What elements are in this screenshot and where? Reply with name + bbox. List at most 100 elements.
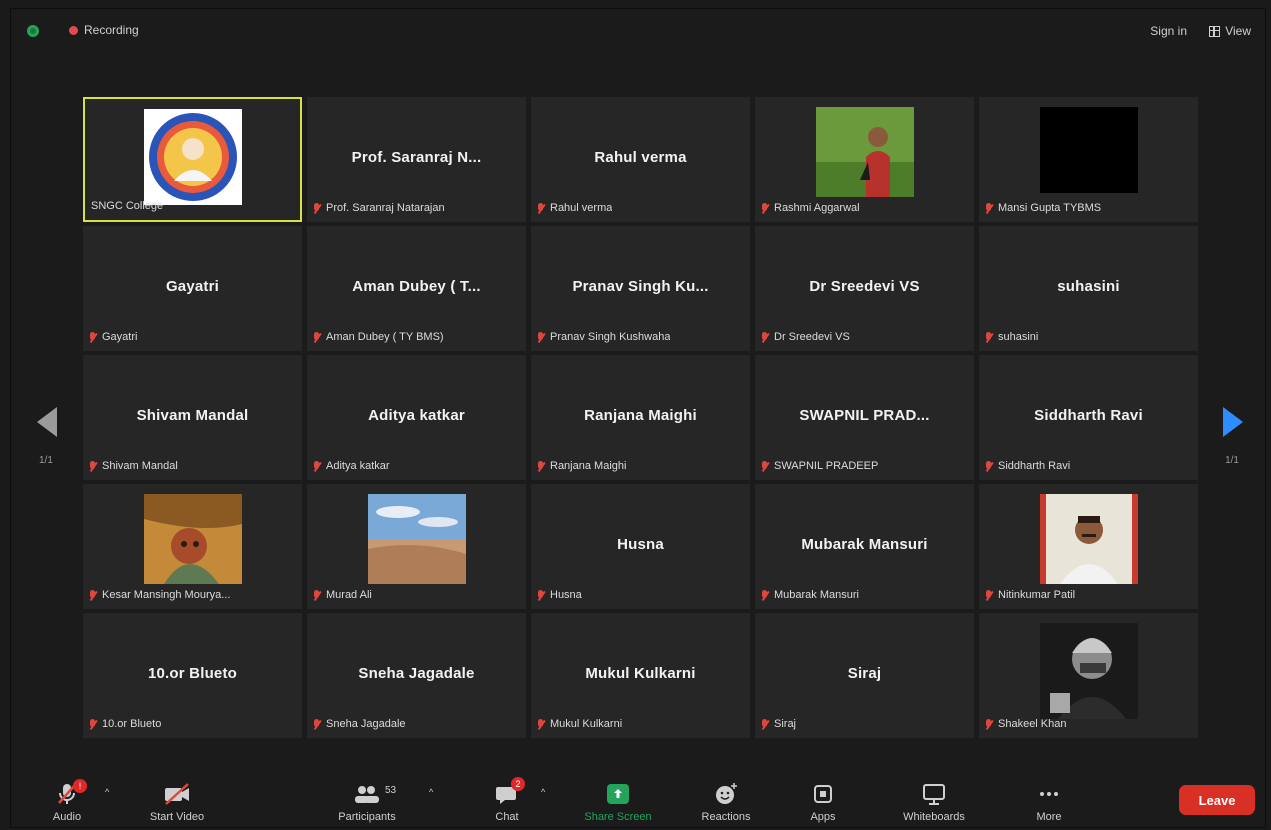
participant-display-name: Dr Sreedevi VS bbox=[809, 278, 920, 295]
participant-tile[interactable]: Siraj Siraj bbox=[755, 613, 974, 738]
participant-photo bbox=[367, 494, 466, 590]
participant-photo bbox=[815, 107, 914, 203]
chat-options-chevron-icon[interactable]: ^ bbox=[541, 787, 545, 797]
participant-display-name: Aman Dubey ( T... bbox=[352, 278, 481, 295]
reactions-label: Reactions bbox=[701, 811, 751, 823]
view-label: View bbox=[1225, 24, 1251, 38]
participant-name-text: Rahul verma bbox=[550, 202, 613, 214]
participant-tile[interactable]: SWAPNIL PRAD... SWAPNIL PRADEEP bbox=[755, 355, 974, 480]
participants-button[interactable]: 53 Participants bbox=[327, 781, 407, 823]
participant-tile[interactable]: Nitinkumar Patil bbox=[979, 484, 1198, 609]
participant-tile[interactable]: Mukul Kulkarni Mukul Kulkarni bbox=[531, 613, 750, 738]
muted-microphone-icon bbox=[761, 331, 769, 343]
zoom-window: Recording Sign in View 1/1 1/1 SNGC Coll… bbox=[10, 8, 1266, 828]
participant-tile[interactable]: 10.or Blueto 10.or Blueto bbox=[83, 613, 302, 738]
start-video-label: Start Video bbox=[149, 811, 205, 823]
participant-name-text: SNGC College bbox=[91, 200, 164, 212]
smiley-reaction-icon bbox=[691, 781, 761, 807]
participant-count: 53 bbox=[385, 785, 397, 796]
muted-microphone-icon bbox=[537, 202, 545, 214]
participant-photo bbox=[1039, 623, 1138, 719]
participant-tile[interactable]: SNGC College bbox=[83, 97, 302, 222]
sign-in-link[interactable]: Sign in bbox=[1150, 24, 1187, 38]
participant-name-label: Mukul Kulkarni bbox=[537, 718, 622, 730]
participant-name-label: Aman Dubey ( TY BMS) bbox=[313, 331, 444, 343]
participant-tile[interactable]: Dr Sreedevi VS Dr Sreedevi VS bbox=[755, 226, 974, 351]
audio-label: Audio bbox=[52, 811, 82, 823]
participant-tile[interactable]: Murad Ali bbox=[307, 484, 526, 609]
audio-button[interactable]: ! Audio bbox=[45, 779, 89, 823]
chat-unread-badge: 2 bbox=[511, 777, 525, 791]
participant-tile[interactable]: Siddharth Ravi Siddharth Ravi bbox=[979, 355, 1198, 480]
participant-name-label: SWAPNIL PRADEEP bbox=[761, 460, 878, 472]
leave-button[interactable]: Leave bbox=[1179, 785, 1255, 815]
participant-tile[interactable]: suhasini suhasini bbox=[979, 226, 1198, 351]
muted-microphone-icon bbox=[537, 589, 545, 601]
participant-photo bbox=[143, 494, 242, 590]
whiteboards-button[interactable]: Whiteboards bbox=[889, 781, 979, 823]
participant-tile[interactable]: Aman Dubey ( T... Aman Dubey ( TY BMS) bbox=[307, 226, 526, 351]
participant-gallery: SNGC College Prof. Saranraj N... Prof. Sar… bbox=[83, 97, 1198, 738]
participant-name-label: Siraj bbox=[761, 718, 796, 730]
participant-tile[interactable]: Pranav Singh Ku... Pranav Singh Kushwaha bbox=[531, 226, 750, 351]
participant-tile[interactable]: Sneha Jagadale Sneha Jagadale bbox=[307, 613, 526, 738]
participant-display-name: SWAPNIL PRAD... bbox=[799, 407, 930, 424]
audio-options-chevron-icon[interactable]: ^ bbox=[105, 787, 109, 797]
participants-options-chevron-icon[interactable]: ^ bbox=[429, 787, 433, 797]
participant-name-label: Siddharth Ravi bbox=[985, 460, 1070, 472]
muted-microphone-icon bbox=[537, 718, 545, 730]
apps-icon bbox=[803, 781, 843, 807]
next-page-arrow-icon[interactable] bbox=[1223, 407, 1243, 437]
muted-microphone-icon bbox=[313, 331, 321, 343]
participant-tile[interactable]: Prof. Saranraj N... Prof. Saranraj Natara… bbox=[307, 97, 526, 222]
participant-name-label: Shivam Mandal bbox=[89, 460, 178, 472]
participant-name-label: Rahul verma bbox=[537, 202, 612, 214]
view-button[interactable]: View bbox=[1209, 24, 1251, 38]
reactions-button[interactable]: Reactions bbox=[691, 781, 761, 823]
participant-display-name: Siraj bbox=[847, 665, 882, 682]
participant-tile[interactable]: Shakeel Khan bbox=[979, 613, 1198, 738]
more-label: More bbox=[1036, 811, 1062, 823]
video-off-icon bbox=[137, 781, 217, 807]
participant-display-name: Aditya katkar bbox=[368, 407, 465, 424]
participant-display-name: Mubarak Mansuri bbox=[801, 536, 928, 553]
participant-name-label: Gayatri bbox=[89, 331, 137, 343]
participant-name-label: Aditya katkar bbox=[313, 460, 390, 472]
muted-microphone-icon bbox=[537, 331, 545, 343]
apps-label: Apps bbox=[810, 811, 836, 823]
participant-tile[interactable]: Aditya katkar Aditya katkar bbox=[307, 355, 526, 480]
participant-tile[interactable]: Husna Husna bbox=[531, 484, 750, 609]
participant-tile[interactable]: Ranjana Maighi Ranjana Maighi bbox=[531, 355, 750, 480]
whiteboard-icon bbox=[889, 781, 979, 807]
participant-tile[interactable]: Mansi Gupta TYBMS bbox=[979, 97, 1198, 222]
participant-name-label: Murad Ali bbox=[313, 589, 372, 601]
muted-microphone-icon bbox=[761, 718, 769, 730]
security-shield-icon[interactable] bbox=[27, 25, 39, 37]
participant-name-text: Siddharth Ravi bbox=[998, 460, 1071, 472]
recording-indicator[interactable]: Recording bbox=[69, 23, 139, 37]
participant-name-text: Husna bbox=[550, 589, 582, 601]
participant-tile[interactable]: Mubarak Mansuri Mubarak Mansuri bbox=[755, 484, 974, 609]
participant-tile[interactable]: Gayatri Gayatri bbox=[83, 226, 302, 351]
start-video-button[interactable]: Start Video bbox=[137, 781, 217, 823]
previous-page-arrow-icon[interactable] bbox=[37, 407, 57, 437]
muted-microphone-icon bbox=[985, 331, 993, 343]
participant-tile[interactable]: Shivam Mandal Shivam Mandal bbox=[83, 355, 302, 480]
chat-button[interactable]: 2 Chat bbox=[487, 777, 527, 823]
more-dots-icon bbox=[1029, 781, 1069, 807]
participant-tile[interactable]: Rahul verma Rahul verma bbox=[531, 97, 750, 222]
page-indicator-left: 1/1 bbox=[39, 455, 53, 466]
participant-tile[interactable]: Kesar Mansingh Mourya... bbox=[83, 484, 302, 609]
grid-view-icon bbox=[1209, 25, 1221, 37]
more-button[interactable]: More bbox=[1029, 781, 1069, 823]
participant-name-text: Ranjana Maighi bbox=[550, 460, 627, 472]
microphone-muted-icon: ! bbox=[45, 779, 89, 807]
participant-display-name: Mukul Kulkarni bbox=[585, 665, 696, 682]
participants-label: Participants bbox=[338, 811, 396, 823]
participant-tile[interactable]: Rashmi Aggarwal bbox=[755, 97, 974, 222]
apps-button[interactable]: Apps bbox=[803, 781, 843, 823]
share-screen-icon bbox=[573, 781, 663, 807]
share-screen-button[interactable]: Share Screen bbox=[573, 781, 663, 823]
muted-microphone-icon bbox=[537, 460, 545, 472]
participant-name-text: Mukul Kulkarni bbox=[550, 718, 623, 730]
